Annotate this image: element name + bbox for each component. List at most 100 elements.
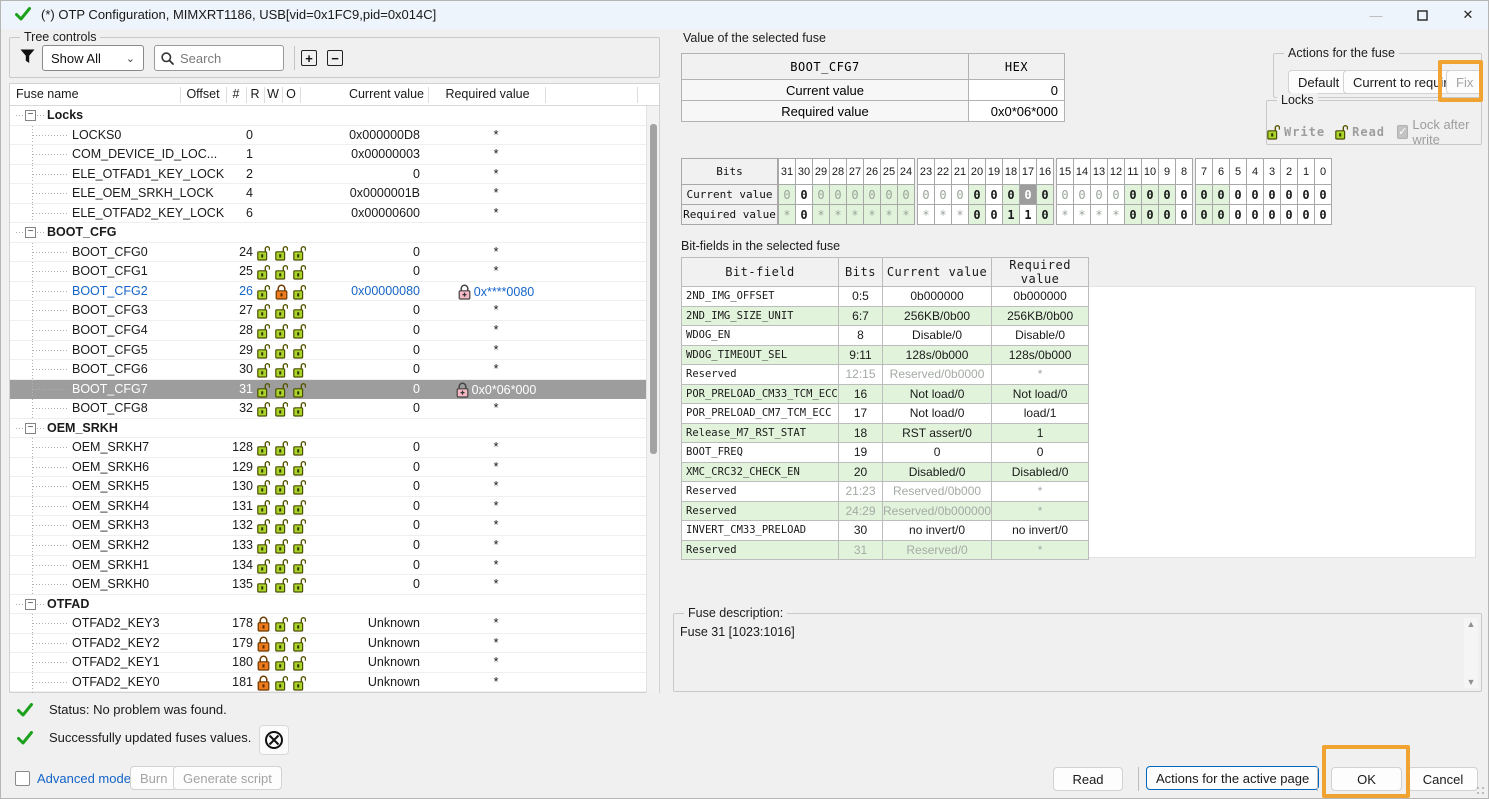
column-header-offset[interactable]: Offset bbox=[180, 87, 226, 101]
fuse-row-OTFAD2_KEY0[interactable]: OTFAD2_KEY0181Unknown* bbox=[10, 673, 646, 693]
bit-required-18[interactable]: 1 bbox=[1002, 204, 1020, 225]
fuse-required-value[interactable]: * bbox=[430, 264, 562, 278]
read-lock-icon[interactable] bbox=[257, 401, 270, 417]
fuse-required-value[interactable]: * bbox=[430, 538, 562, 552]
bitfield-required-value[interactable]: 1 bbox=[992, 423, 1089, 443]
required-value-cell[interactable]: 0x0*06*000 bbox=[969, 101, 1065, 122]
default-button[interactable]: Default bbox=[1288, 70, 1349, 94]
read-lock-icon[interactable] bbox=[257, 675, 270, 691]
bit-required-3[interactable]: 0 bbox=[1263, 204, 1281, 225]
fuse-row-OEM_SRKH7[interactable]: OEM_SRKH71280* bbox=[10, 438, 646, 458]
bitfield-required-value[interactable]: 0 bbox=[992, 443, 1089, 463]
fuse-row-OTFAD2_KEY1[interactable]: OTFAD2_KEY1180Unknown* bbox=[10, 653, 646, 673]
bit-required-13[interactable]: * bbox=[1090, 204, 1108, 225]
write-lock-icon[interactable] bbox=[1267, 124, 1280, 140]
fuse-row-BOOT_CFG3[interactable]: BOOT_CFG3270* bbox=[10, 301, 646, 321]
bit-required-16[interactable]: 0 bbox=[1036, 204, 1054, 225]
column-header-fuse-name[interactable]: Fuse name bbox=[16, 87, 79, 101]
write-lock-icon[interactable] bbox=[275, 323, 288, 339]
bit-required-30[interactable]: 0 bbox=[795, 204, 813, 225]
fuse-group-row-OTFAD[interactable]: −OTFAD bbox=[10, 595, 646, 615]
fuse-row-COM_DEVICE_ID_LOC[interactable]: COM_DEVICE_ID_LOC...10x00000003* bbox=[10, 145, 646, 165]
read-lock-icon[interactable] bbox=[257, 479, 270, 495]
write-lock-icon[interactable] bbox=[275, 362, 288, 378]
bitfield-required-value[interactable]: * bbox=[992, 540, 1089, 560]
fuse-group-row-Locks[interactable]: −Locks bbox=[10, 106, 646, 126]
fuse-required-value[interactable]: * bbox=[430, 460, 562, 474]
fuse-required-value[interactable]: * bbox=[430, 245, 562, 259]
bit-required-0[interactable]: 0 bbox=[1314, 204, 1332, 225]
fuse-required-value[interactable]: 0x0*06*000 bbox=[430, 382, 562, 398]
write-lock-icon[interactable] bbox=[275, 558, 288, 574]
scrollbar-thumb[interactable] bbox=[650, 124, 657, 454]
fuse-required-value[interactable]: * bbox=[430, 558, 562, 572]
fuse-required-value[interactable]: * bbox=[430, 362, 562, 376]
bit-required-14[interactable]: * bbox=[1073, 204, 1091, 225]
burn-button[interactable]: Burn bbox=[130, 766, 177, 790]
read-lock-icon[interactable] bbox=[257, 440, 270, 456]
column-header-r[interactable]: R bbox=[246, 87, 264, 101]
bit-required-6[interactable]: 0 bbox=[1212, 204, 1230, 225]
bitfield-required-value[interactable]: * bbox=[992, 365, 1089, 385]
lock-after-write-checkbox[interactable]: ✓ bbox=[1397, 125, 1408, 139]
write-lock-icon[interactable] bbox=[275, 538, 288, 554]
fuse-row-OEM_SRKH5[interactable]: OEM_SRKH51300* bbox=[10, 477, 646, 497]
bit-required-20[interactable]: 0 bbox=[968, 204, 986, 225]
read-lock-icon[interactable] bbox=[257, 655, 270, 671]
write-lock-icon[interactable] bbox=[275, 401, 288, 417]
minimize-button[interactable]: — bbox=[1353, 1, 1399, 29]
fuse-row-ELE_OTFAD2_KEY_LOCK[interactable]: ELE_OTFAD2_KEY_LOCK60x00000600* bbox=[10, 204, 646, 224]
bitfield-required-value[interactable]: Not load/0 bbox=[992, 384, 1089, 404]
maximize-button[interactable] bbox=[1399, 1, 1445, 29]
write-lock-icon[interactable] bbox=[275, 245, 288, 261]
description-scrollbar[interactable]: ▲ ▼ bbox=[1464, 618, 1478, 688]
write-lock-icon[interactable] bbox=[275, 518, 288, 534]
fuse-required-value[interactable]: * bbox=[430, 186, 562, 200]
fuse-required-value[interactable]: * bbox=[430, 577, 562, 591]
bit-required-25[interactable]: * bbox=[880, 204, 898, 225]
show-filter-dropdown[interactable]: Show All ⌄ bbox=[42, 45, 144, 71]
read-lock-icon[interactable] bbox=[257, 245, 270, 261]
expand-all-button[interactable]: + bbox=[301, 50, 317, 66]
write-lock-icon[interactable] bbox=[275, 636, 288, 652]
search-input[interactable] bbox=[180, 51, 270, 66]
read-lock-icon[interactable] bbox=[257, 284, 270, 300]
fuse-row-BOOT_CFG6[interactable]: BOOT_CFG6300* bbox=[10, 360, 646, 380]
write-lock-icon[interactable] bbox=[275, 675, 288, 691]
read-lock-icon[interactable] bbox=[257, 538, 270, 554]
fuse-group-row-OEM_SRKH[interactable]: −OEM_SRKH bbox=[10, 419, 646, 439]
fuse-required-value[interactable]: * bbox=[430, 440, 562, 454]
bit-required-27[interactable]: * bbox=[846, 204, 864, 225]
bit-required-11[interactable]: 0 bbox=[1124, 204, 1142, 225]
fuse-required-value[interactable]: * bbox=[430, 303, 562, 317]
fuse-row-OEM_SRKH0[interactable]: OEM_SRKH01350* bbox=[10, 575, 646, 595]
bit-required-8[interactable]: 0 bbox=[1175, 204, 1193, 225]
write-lock-icon[interactable] bbox=[275, 479, 288, 495]
read-lock-icon[interactable] bbox=[257, 264, 270, 280]
fuse-required-value[interactable]: * bbox=[430, 147, 562, 161]
read-lock-icon[interactable] bbox=[257, 518, 270, 534]
bitfield-required-value[interactable]: 0b000000 bbox=[992, 287, 1089, 307]
bit-required-9[interactable]: 0 bbox=[1158, 204, 1176, 225]
bit-required-1[interactable]: 0 bbox=[1297, 204, 1315, 225]
fuse-row-ELE_OTFAD1_KEY_LOCK[interactable]: ELE_OTFAD1_KEY_LOCK20* bbox=[10, 165, 646, 185]
bit-required-31[interactable]: * bbox=[778, 204, 796, 225]
bitfield-required-value[interactable]: * bbox=[992, 482, 1089, 502]
read-lock-icon[interactable] bbox=[1335, 124, 1348, 140]
column-header-current-value[interactable]: Current value bbox=[300, 87, 424, 101]
column-header-required-value[interactable]: Required value bbox=[430, 87, 545, 101]
fuse-required-value[interactable]: * bbox=[430, 479, 562, 493]
fuse-row-OEM_SRKH1[interactable]: OEM_SRKH11340* bbox=[10, 556, 646, 576]
column-header-o[interactable]: O bbox=[282, 87, 300, 101]
bit-required-12[interactable]: * bbox=[1107, 204, 1125, 225]
read-lock-icon[interactable] bbox=[257, 303, 270, 319]
collapse-group-icon[interactable]: − bbox=[25, 423, 36, 434]
bitfield-required-value[interactable]: 256KB/0b00 bbox=[992, 306, 1089, 326]
read-lock-icon[interactable] bbox=[257, 323, 270, 339]
bit-required-10[interactable]: 0 bbox=[1141, 204, 1159, 225]
write-lock-icon[interactable] bbox=[275, 440, 288, 456]
bitfield-required-value[interactable]: * bbox=[992, 501, 1089, 521]
bit-required-28[interactable]: * bbox=[829, 204, 847, 225]
fuse-required-value[interactable]: * bbox=[430, 499, 562, 513]
generate-script-button[interactable]: Generate script bbox=[173, 766, 282, 790]
